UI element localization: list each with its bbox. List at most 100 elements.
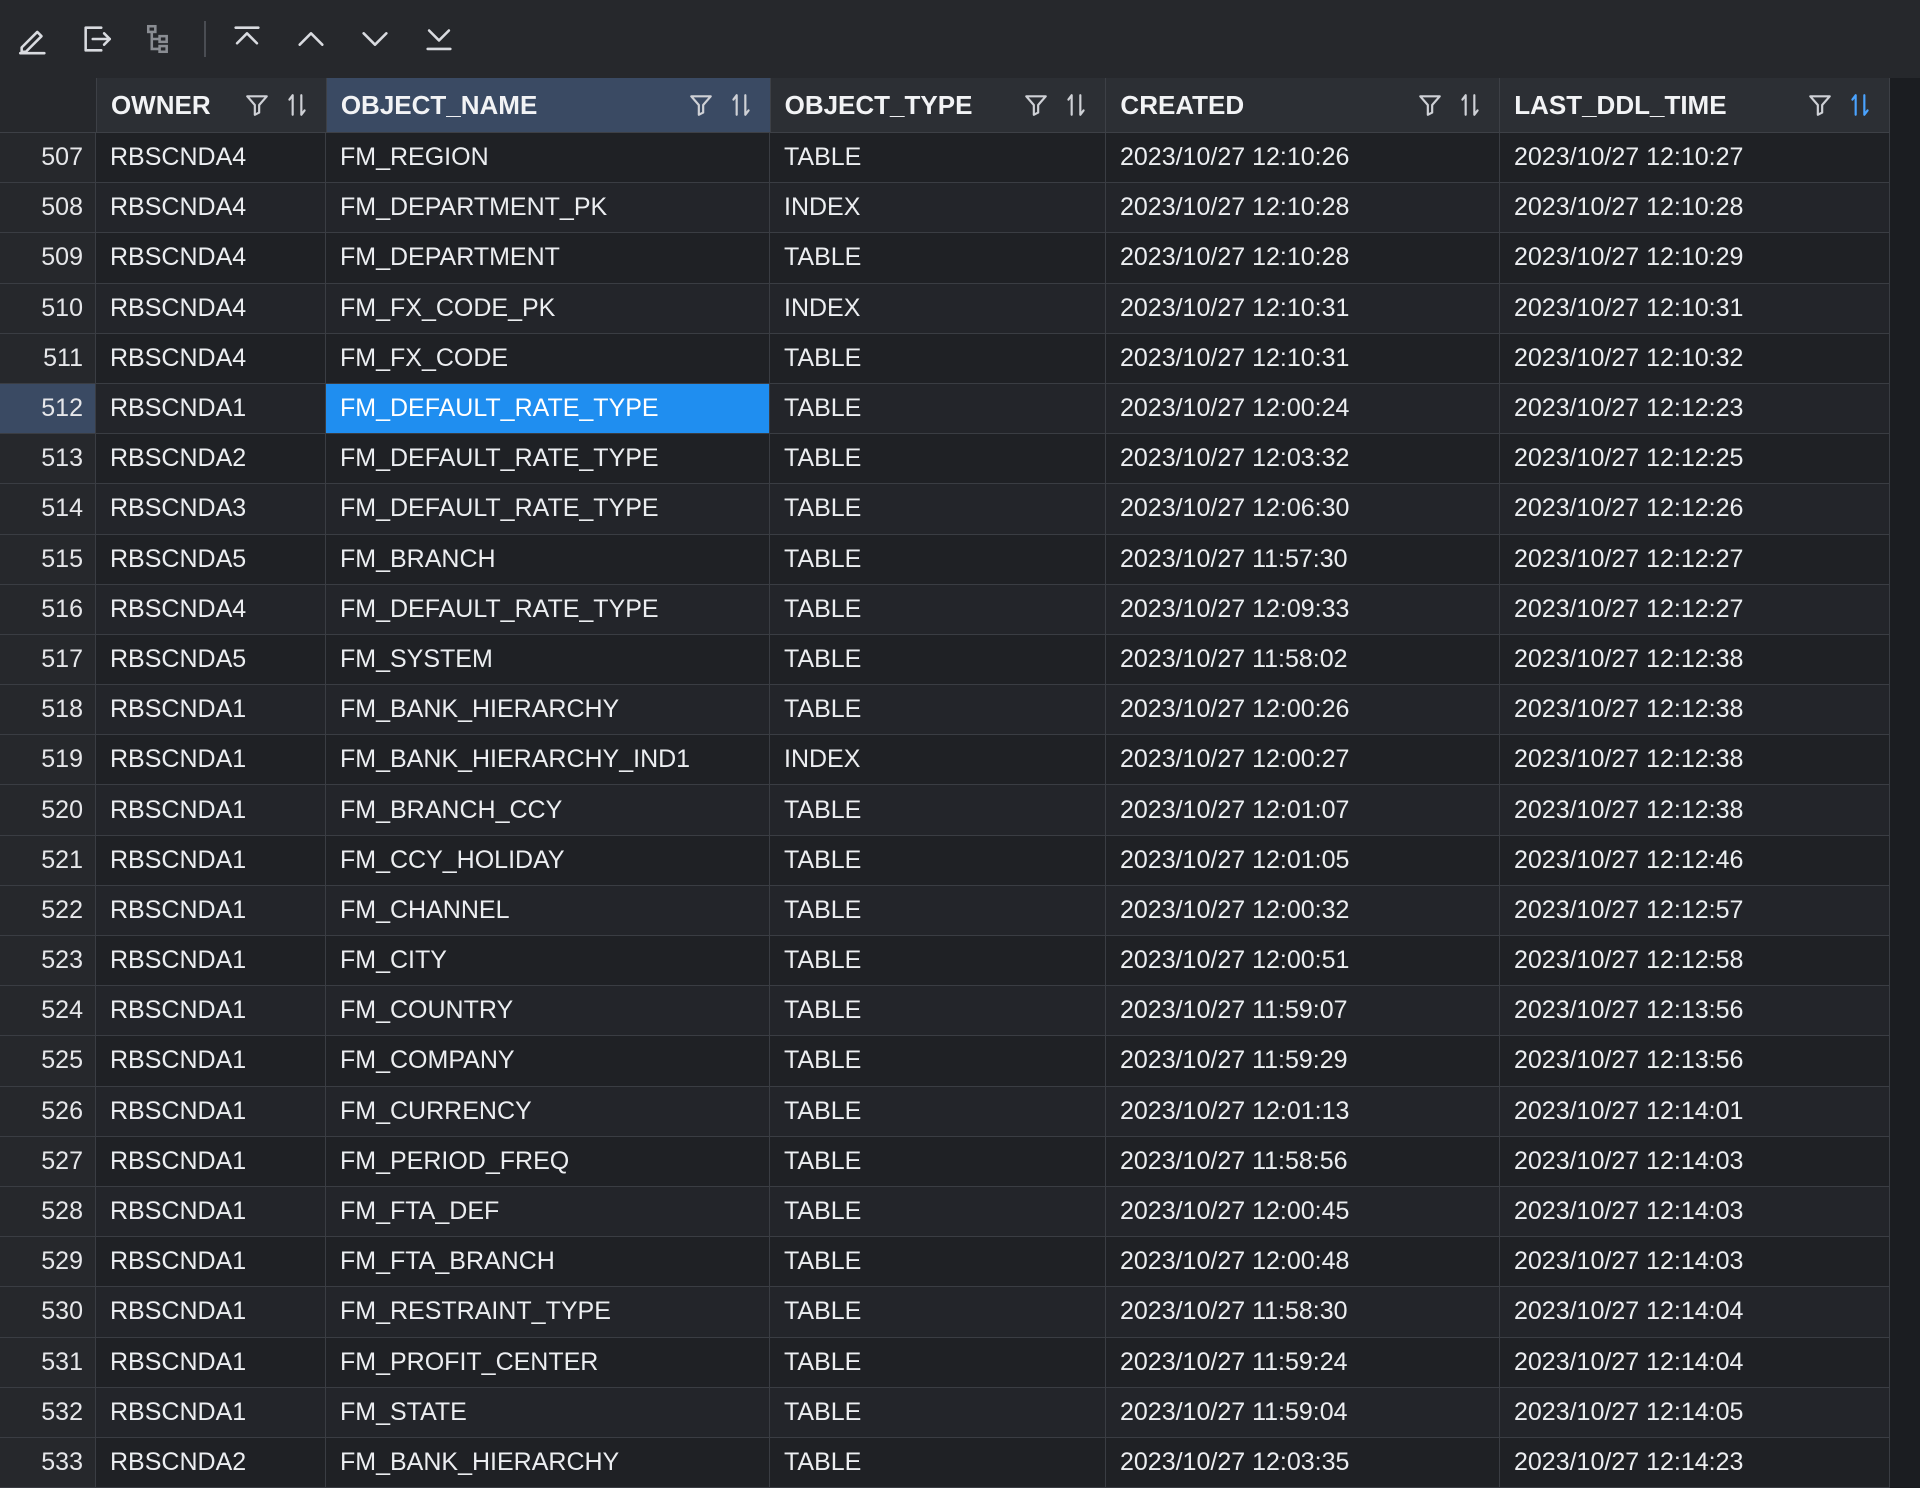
cell-object-type[interactable]: INDEX [770, 735, 1106, 785]
cell-object-name[interactable]: FM_CITY [326, 936, 770, 986]
cell-object-type[interactable]: TABLE [770, 534, 1106, 584]
cell-created[interactable]: 2023/10/27 12:03:32 [1106, 434, 1500, 484]
cell-last-ddl-time[interactable]: 2023/10/27 12:10:29 [1500, 233, 1890, 283]
cell-object-name[interactable]: FM_BRANCH_CCY [326, 785, 770, 835]
cell-owner[interactable]: RBSCNDA4 [96, 584, 326, 634]
cell-object-name[interactable]: FM_DEFAULT_RATE_TYPE [326, 584, 770, 634]
cell-object-type[interactable]: TABLE [770, 835, 1106, 885]
cell-object-type[interactable]: TABLE [770, 584, 1106, 634]
cell-owner[interactable]: RBSCNDA3 [96, 484, 326, 534]
cell-owner[interactable]: RBSCNDA5 [96, 634, 326, 685]
cell-object-name[interactable]: FM_CCY_HOLIDAY [326, 835, 770, 885]
cell-created[interactable]: 2023/10/27 12:06:30 [1106, 484, 1500, 534]
cell-object-type[interactable]: TABLE [770, 133, 1106, 183]
cell-created[interactable]: 2023/10/27 12:10:28 [1106, 183, 1500, 233]
cell-created[interactable]: 2023/10/27 12:00:48 [1106, 1237, 1500, 1287]
cell-created[interactable]: 2023/10/27 11:58:56 [1106, 1136, 1500, 1186]
column-header-created[interactable]: CREATED [1106, 78, 1501, 132]
cell-last-ddl-time[interactable]: 2023/10/27 12:14:01 [1500, 1086, 1890, 1136]
cell-object-type[interactable]: INDEX [770, 283, 1106, 333]
row-number[interactable]: 526 [0, 1086, 96, 1136]
row-number[interactable]: 524 [0, 986, 96, 1036]
export-button[interactable] [74, 16, 120, 62]
row-number[interactable]: 509 [0, 233, 96, 283]
column-header-object-name[interactable]: OBJECT_NAME [326, 78, 771, 132]
cell-owner[interactable]: RBSCNDA4 [96, 283, 326, 333]
cell-created[interactable]: 2023/10/27 12:10:31 [1106, 333, 1500, 383]
cell-object-name[interactable]: FM_COUNTRY [326, 986, 770, 1036]
previous-row-button[interactable] [288, 16, 334, 62]
cell-last-ddl-time[interactable]: 2023/10/27 12:12:38 [1500, 785, 1890, 835]
table-row[interactable]: 510 RBSCNDA4 FM_FX_CODE_PK INDEX 2023/10/27 … [0, 283, 1890, 334]
cell-owner[interactable]: RBSCNDA1 [96, 1036, 326, 1086]
cell-last-ddl-time[interactable]: 2023/10/27 12:12:57 [1500, 885, 1890, 935]
cell-owner[interactable]: RBSCNDA1 [96, 885, 326, 935]
cell-object-name[interactable]: FM_PROFIT_CENTER [326, 1337, 770, 1387]
cell-object-name[interactable]: FM_DEFAULT_RATE_TYPE [326, 434, 770, 484]
cell-object-type[interactable]: TABLE [770, 333, 1106, 383]
column-header-last-ddl-time[interactable]: LAST_DDL_TIME [1500, 78, 1891, 132]
table-row[interactable]: 529 RBSCNDA1 FM_FTA_BRANCH TABLE 2023/10/27 … [0, 1237, 1890, 1288]
next-row-button[interactable] [352, 16, 398, 62]
cell-last-ddl-time[interactable]: 2023/10/27 12:12:26 [1500, 484, 1890, 534]
table-row[interactable]: 519 RBSCNDA1 FM_BANK_HIERARCHY_IND1 INDEX 20… [0, 735, 1890, 786]
cell-created[interactable]: 2023/10/27 11:58:30 [1106, 1287, 1500, 1337]
row-number[interactable]: 511 [0, 333, 96, 383]
row-number[interactable]: 517 [0, 634, 96, 685]
cell-object-type[interactable]: TABLE [770, 1136, 1106, 1186]
last-row-button[interactable] [416, 16, 462, 62]
filter-icon[interactable] [688, 92, 714, 118]
cell-owner[interactable]: RBSCNDA1 [96, 1387, 326, 1437]
table-row[interactable]: 524 RBSCNDA1 FM_COUNTRY TABLE 2023/10/27 11:… [0, 986, 1890, 1037]
cell-object-name[interactable]: FM_BRANCH [326, 534, 770, 584]
filter-icon[interactable] [1023, 92, 1049, 118]
table-row[interactable]: 521 RBSCNDA1 FM_CCY_HOLIDAY TABLE 2023/10/27… [0, 835, 1890, 886]
table-row[interactable]: 528 RBSCNDA1 FM_FTA_DEF TABLE 2023/10/27 12:… [0, 1186, 1890, 1238]
cell-last-ddl-time[interactable]: 2023/10/27 12:14:04 [1500, 1287, 1890, 1337]
cell-object-name[interactable]: FM_CURRENCY [326, 1086, 770, 1136]
sort-icon[interactable] [1063, 92, 1089, 118]
cell-owner[interactable]: RBSCNDA1 [96, 383, 326, 434]
row-number[interactable]: 507 [0, 133, 96, 183]
cell-last-ddl-time[interactable]: 2023/10/27 12:14:03 [1500, 1237, 1890, 1287]
row-number[interactable]: 514 [0, 484, 96, 534]
cell-object-name[interactable]: FM_FX_CODE_PK [326, 283, 770, 333]
cell-created[interactable]: 2023/10/27 12:09:33 [1106, 584, 1500, 634]
cell-object-type[interactable]: INDEX [770, 183, 1106, 233]
cell-owner[interactable]: RBSCNDA1 [96, 1287, 326, 1337]
cell-created[interactable]: 2023/10/27 12:00:24 [1106, 383, 1500, 434]
cell-object-name[interactable]: FM_DEPARTMENT [326, 233, 770, 283]
cell-last-ddl-time[interactable]: 2023/10/27 12:12:38 [1500, 735, 1890, 785]
table-row[interactable]: 531 RBSCNDA1 FM_PROFIT_CENTER TABLE 2023/10/… [0, 1337, 1890, 1388]
sort-ascending-icon[interactable] [1847, 92, 1873, 118]
cell-owner[interactable]: RBSCNDA1 [96, 1237, 326, 1287]
cell-object-name[interactable]: FM_DEFAULT_RATE_TYPE [326, 484, 770, 534]
cell-object-name[interactable]: FM_DEPARTMENT_PK [326, 183, 770, 233]
table-row[interactable]: 511 RBSCNDA4 FM_FX_CODE TABLE 2023/10/27 12:… [0, 333, 1890, 384]
cell-object-name[interactable]: FM_COMPANY [326, 1036, 770, 1086]
sort-icon[interactable] [1457, 92, 1483, 118]
row-number[interactable]: 527 [0, 1136, 96, 1186]
row-number[interactable]: 515 [0, 534, 96, 584]
table-row[interactable]: 527 RBSCNDA1 FM_PERIOD_FREQ TABLE 2023/10/27… [0, 1136, 1890, 1187]
cell-object-name[interactable]: FM_CHANNEL [326, 885, 770, 935]
cell-object-name[interactable]: FM_STATE [326, 1387, 770, 1437]
cell-owner[interactable]: RBSCNDA4 [96, 333, 326, 383]
table-row[interactable]: 515 RBSCNDA5 FM_BRANCH TABLE 2023/10/27 11:5… [0, 534, 1890, 585]
cell-created[interactable]: 2023/10/27 11:59:24 [1106, 1337, 1500, 1387]
cell-object-name[interactable]: FM_BANK_HIERARCHY_IND1 [326, 735, 770, 785]
table-row[interactable]: 508 RBSCNDA4 FM_DEPARTMENT_PK INDEX 2023/10/… [0, 183, 1890, 234]
cell-created[interactable]: 2023/10/27 12:01:13 [1106, 1086, 1500, 1136]
cell-object-name[interactable]: FM_BANK_HIERARCHY [326, 1437, 770, 1488]
sort-icon[interactable] [284, 92, 310, 118]
table-row[interactable]: 522 RBSCNDA1 FM_CHANNEL TABLE 2023/10/27 12:… [0, 885, 1890, 936]
cell-last-ddl-time[interactable]: 2023/10/27 12:14:04 [1500, 1337, 1890, 1387]
row-number[interactable]: 520 [0, 785, 96, 835]
cell-object-type[interactable]: TABLE [770, 1437, 1106, 1488]
row-number[interactable]: 529 [0, 1237, 96, 1287]
cell-last-ddl-time[interactable]: 2023/10/27 12:12:38 [1500, 634, 1890, 685]
cell-object-name[interactable]: FM_FTA_DEF [326, 1186, 770, 1237]
cell-owner[interactable]: RBSCNDA1 [96, 785, 326, 835]
cell-object-type[interactable]: TABLE [770, 936, 1106, 986]
cell-last-ddl-time[interactable]: 2023/10/27 12:12:46 [1500, 835, 1890, 885]
